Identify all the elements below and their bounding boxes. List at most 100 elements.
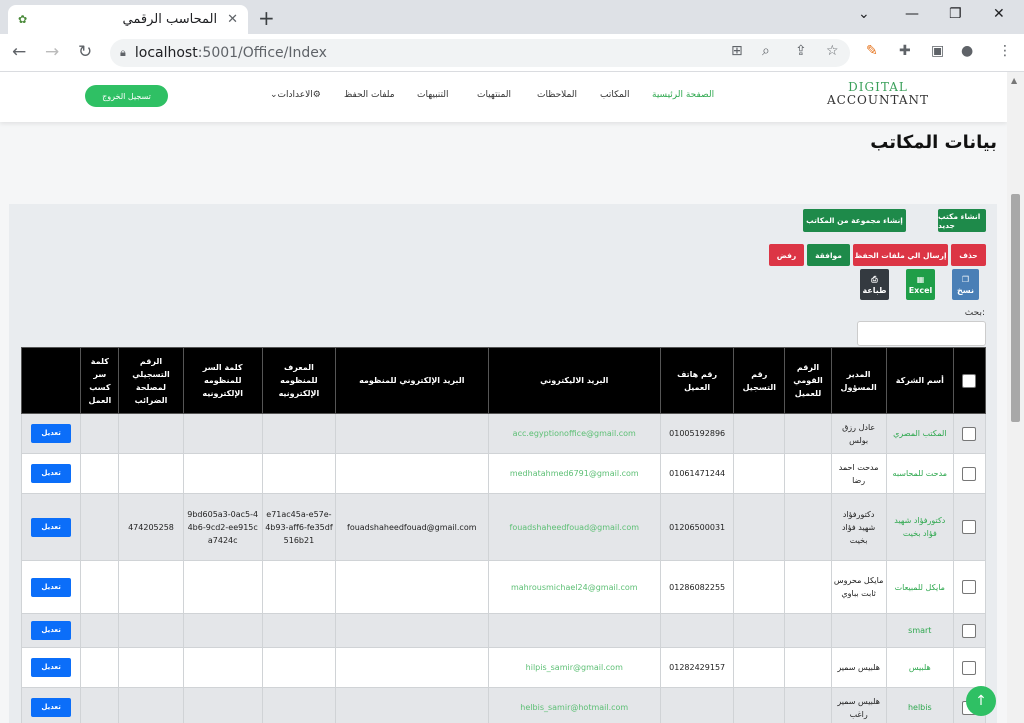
search-input[interactable] <box>857 321 986 346</box>
page-title: بيانات المكاتب <box>870 132 997 153</box>
restore-icon[interactable]: ❐ <box>949 6 962 22</box>
excel-icon: ▦ <box>916 274 925 284</box>
edit-button[interactable]: تعديل <box>31 424 72 443</box>
phone-cell <box>660 687 735 723</box>
row-checkbox-cell <box>952 647 987 688</box>
phone-cell: 01005192896 <box>660 413 735 454</box>
extensions-icon[interactable]: ✚ <box>899 43 911 59</box>
col-national-id[interactable]: الرقم القومي للعميل <box>784 347 832 414</box>
nav-alerts[interactable]: التنبيهات <box>417 90 448 100</box>
email-cell: helbis_samir@hotmail.com <box>487 687 662 723</box>
tab-search-icon[interactable]: ⌄ <box>858 6 870 22</box>
print-button[interactable]: ⎙ طباعة <box>860 269 889 300</box>
earn-pass-cell <box>80 413 120 454</box>
actions-cell: تعديل <box>20 560 82 614</box>
email-cell <box>487 613 662 648</box>
edit-button[interactable]: تعديل <box>31 464 72 483</box>
national-id-cell <box>784 413 832 454</box>
manager-cell: هلبيس سمير راغب <box>830 687 887 723</box>
email-cell: medhatahmed6791@gmail.com <box>487 453 662 494</box>
row-checkbox[interactable] <box>962 466 977 481</box>
nav-expired[interactable]: المنتهيات <box>477 90 511 100</box>
sidepanel-icon[interactable]: ▣ <box>931 43 944 59</box>
col-company[interactable]: أسم الشركة <box>885 347 954 414</box>
approve-button[interactable]: موافقة <box>807 244 850 266</box>
logout-button[interactable]: تسجيل الخروج <box>85 85 168 107</box>
new-tab-icon[interactable]: + <box>258 6 275 30</box>
logo[interactable]: DIGITAL ACCOUNTANT <box>827 81 929 107</box>
sys-pass-cell <box>182 613 263 648</box>
select-all-header <box>952 347 987 414</box>
col-earn-pass[interactable]: كلمة سر كسب العمل <box>80 347 120 414</box>
back-icon[interactable]: ← <box>12 42 26 62</box>
nav-home[interactable]: الصفحة الرئيسية <box>652 90 714 100</box>
edit-button[interactable]: تعديل <box>31 658 72 677</box>
col-sys-pass[interactable]: كلمة السر للمنظومه الإلكترونيه <box>182 347 263 414</box>
zoom-icon[interactable]: ⌕ <box>762 43 770 59</box>
col-sys-email[interactable]: البريد الإلكتروني للمنظومه <box>335 347 489 414</box>
bookmark-icon[interactable]: ☆ <box>826 43 839 59</box>
col-reg-no[interactable]: رقم التسجيل <box>733 347 786 414</box>
edit-button[interactable]: تعديل <box>31 698 72 717</box>
share-icon[interactable]: ⇪ <box>795 43 807 59</box>
edit-button[interactable]: تعديل <box>31 517 72 537</box>
new-group-button[interactable]: إنشاء مجموعة من المكاتب <box>803 209 906 232</box>
browser-tab[interactable]: ✿ المحاسب الرقمي ✕ <box>8 5 248 34</box>
close-window-icon[interactable]: ✕ <box>993 6 1005 22</box>
sys-pass-cell: 9bd605a3-0ac5-44b6-9cd2-ee915ca7424c <box>182 493 263 561</box>
company-cell: مايكل للمبيعات <box>885 560 954 614</box>
page-scrollbar[interactable]: ▲ <box>1007 72 1024 723</box>
company-cell: مدحت للمحاسبه <box>885 453 954 494</box>
logo-line2: ACCOUNTANT <box>827 93 929 107</box>
reg-no-cell <box>733 413 786 454</box>
forward-icon[interactable]: → <box>45 42 59 62</box>
earn-pass-cell <box>80 613 120 648</box>
row-checkbox[interactable] <box>962 623 977 638</box>
edit-button[interactable]: تعديل <box>31 577 72 597</box>
close-tab-icon[interactable]: ✕ <box>227 12 238 27</box>
edit-button[interactable]: تعديل <box>31 621 72 640</box>
nav-archive[interactable]: ملفات الحفظ <box>344 90 395 100</box>
tax-no-cell <box>118 613 184 648</box>
reject-button[interactable]: رفض <box>769 244 804 266</box>
select-all-checkbox[interactable] <box>962 373 977 388</box>
extension-color-icon[interactable]: ✎ <box>866 43 878 59</box>
copy-label: نسخ <box>957 285 974 295</box>
row-checkbox[interactable] <box>962 520 977 534</box>
row-checkbox[interactable] <box>962 580 977 594</box>
print-label: طباعة <box>862 285 887 295</box>
scroll-up-icon[interactable]: ▲ <box>1011 76 1017 85</box>
sys-id-cell: e71ac45a-e57e-4b93-aff6-fe35df516b21 <box>261 493 337 561</box>
new-office-button[interactable]: انشاء مكتب جديد <box>938 209 986 232</box>
col-email[interactable]: البريد الاليكتروني <box>487 347 662 414</box>
chevron-down-icon: ⌄ <box>270 90 278 100</box>
translate-icon[interactable]: ⊞ <box>731 43 743 59</box>
nav-settings[interactable]: ⌄الاعدادات⚙ <box>270 90 321 100</box>
send-to-archive-button[interactable]: إرسال الي ملفات الحفظ <box>853 244 948 266</box>
row-checkbox[interactable] <box>962 660 977 675</box>
col-sys-id[interactable]: المعرف للمنظومه الإلكترونيه <box>261 347 337 414</box>
sys-email-cell: fouadshaheedfouad@gmail.com <box>335 493 489 561</box>
nav-offices[interactable]: المكاتب <box>600 90 630 100</box>
reload-icon[interactable]: ↻ <box>78 42 92 62</box>
row-checkbox[interactable] <box>962 426 977 441</box>
scroll-to-top-button[interactable]: ↑ <box>966 686 996 716</box>
sys-email-cell <box>335 453 489 494</box>
sys-email-cell <box>335 413 489 454</box>
col-phone[interactable]: رقم هاتف العميل <box>660 347 735 414</box>
col-tax-no[interactable]: الرقم التسجيلي لمصلحة الضرائب <box>118 347 184 414</box>
email-cell: acc.egyptionoffice@gmail.com <box>487 413 662 454</box>
actions-cell: تعديل <box>20 647 82 688</box>
col-manager[interactable]: المدير المسؤول <box>830 347 887 414</box>
copy-button[interactable]: ❐ نسخ <box>952 269 979 300</box>
delete-button[interactable]: حذف <box>951 244 986 266</box>
excel-button[interactable]: ▦ Excel <box>906 269 935 300</box>
table-row: helbis هلبيس سمير راغب helbis_samir@hotm… <box>20 687 987 723</box>
minimize-icon[interactable]: — <box>905 6 919 22</box>
email-cell: fouadshaheedfouad@gmail.com <box>487 493 662 561</box>
email-cell: mahrousmichael24@gmail.com <box>487 560 662 614</box>
scrollbar-thumb[interactable] <box>1011 194 1020 422</box>
profile-icon[interactable]: ● <box>961 43 973 59</box>
menu-icon[interactable]: ⋮ <box>998 43 1012 59</box>
nav-notes[interactable]: الملاحظات <box>537 90 577 100</box>
